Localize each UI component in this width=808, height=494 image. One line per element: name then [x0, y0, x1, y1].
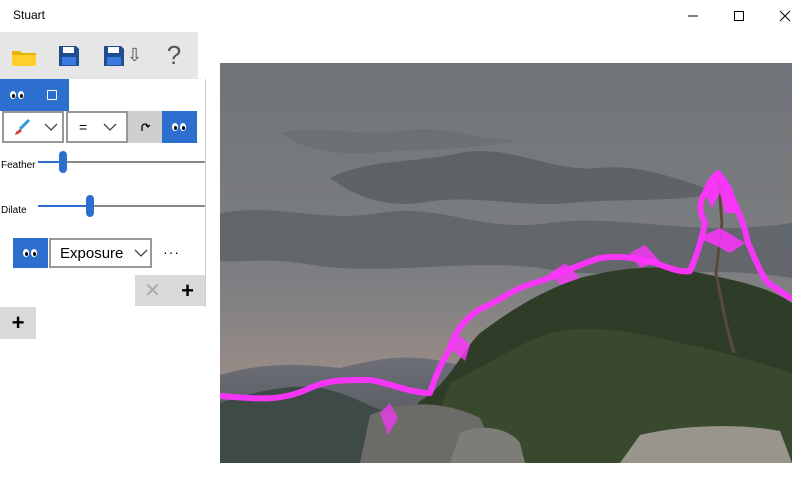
- feather-slider[interactable]: [38, 151, 205, 173]
- square-icon: [47, 90, 57, 100]
- chevron-down-icon: [103, 123, 117, 131]
- dilate-slider[interactable]: [38, 195, 205, 217]
- down-arrow-icon: ⇩: [126, 45, 143, 65]
- close-icon: ✕: [144, 280, 161, 302]
- question-mark-icon: ?: [166, 40, 182, 70]
- show-mask-button[interactable]: [162, 111, 197, 143]
- eyes-icon: [22, 248, 39, 258]
- title-bar: Stuart: [0, 0, 808, 32]
- mask-shape-toggle[interactable]: [35, 79, 69, 111]
- feather-label: Feather: [1, 160, 36, 171]
- mode-select[interactable]: =: [66, 111, 128, 143]
- feather-thumb[interactable]: [59, 151, 67, 173]
- minimize-icon: [688, 15, 698, 17]
- mask-visibility-toggle[interactable]: [0, 79, 35, 111]
- floppy-disk-icon: [103, 45, 124, 66]
- landscape-photo: [219, 63, 794, 463]
- tool-select[interactable]: [2, 111, 64, 143]
- help-button[interactable]: ?: [152, 32, 196, 79]
- plus-icon: +: [181, 277, 194, 303]
- undo-icon: [141, 123, 151, 131]
- eyes-icon: [171, 122, 188, 132]
- maximize-button[interactable]: [716, 0, 762, 32]
- add-mask-button[interactable]: +: [0, 307, 36, 339]
- dilate-thumb[interactable]: [86, 195, 94, 217]
- save-button[interactable]: [48, 32, 90, 79]
- eyes-icon: [9, 90, 26, 100]
- folder-icon: [12, 50, 36, 66]
- floppy-disk-icon: [59, 45, 79, 66]
- undo-button[interactable]: [128, 111, 162, 143]
- more-options-button[interactable]: ···: [163, 244, 180, 260]
- add-adjustment-button[interactable]: +: [170, 275, 205, 306]
- dilate-track-fill: [38, 205, 90, 207]
- save-as-button[interactable]: ⇩: [96, 32, 148, 79]
- chevron-down-icon: [134, 249, 148, 257]
- plus-icon: +: [11, 310, 25, 335]
- maximize-icon: [734, 11, 744, 21]
- dilate-label: Dilate: [1, 205, 27, 216]
- mask-panel: = Feather Dilate Exposure ··· ✕ +: [0, 79, 206, 307]
- adjustment-select-value: Exposure: [60, 244, 124, 262]
- window-title: Stuart: [13, 8, 46, 22]
- open-button[interactable]: [2, 32, 46, 79]
- adjustment-visibility-toggle[interactable]: [13, 238, 48, 268]
- remove-adjustment-button[interactable]: ✕: [135, 275, 170, 306]
- adjustment-select[interactable]: Exposure: [49, 238, 152, 268]
- close-button[interactable]: [762, 0, 808, 32]
- mode-select-value: =: [79, 119, 88, 135]
- brush-icon: [15, 118, 31, 135]
- image-canvas[interactable]: [219, 63, 794, 463]
- chevron-down-icon: [44, 123, 58, 131]
- main-toolbar: ⇩ ?: [0, 32, 198, 79]
- close-icon: [779, 10, 791, 22]
- minimize-button[interactable]: [670, 0, 716, 32]
